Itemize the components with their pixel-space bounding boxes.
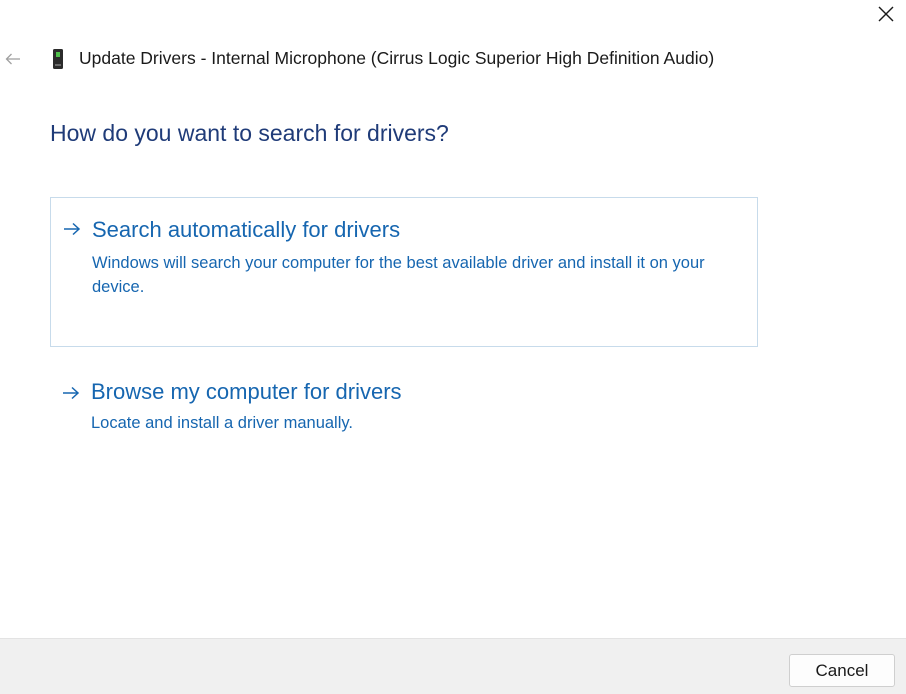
search-automatically-option[interactable]: Search automatically for drivers Windows… (50, 197, 758, 347)
browse-computer-description: Locate and install a driver manually. (91, 414, 354, 432)
back-arrow-icon (5, 53, 20, 65)
arrow-right-icon (64, 222, 81, 236)
search-automatically-title: Search automatically for drivers (92, 217, 401, 242)
dialog-footer: Cancel (0, 638, 906, 694)
browse-computer-option[interactable]: Browse my computer for drivers Locate an… (50, 370, 758, 450)
window-title: Update Drivers - Internal Microphone (Ci… (79, 48, 715, 68)
search-automatically-description: Windows will search your computer for th… (92, 254, 705, 296)
title-bar: Update Drivers - Internal Microphone (Ci… (0, 44, 906, 74)
back-button[interactable] (2, 44, 24, 74)
close-button[interactable] (866, 0, 906, 28)
page-heading: How do you want to search for drivers? (50, 120, 449, 146)
microphone-device-icon (53, 49, 63, 69)
browse-computer-title: Browse my computer for drivers (91, 379, 402, 404)
update-drivers-dialog: Update Drivers - Internal Microphone (Ci… (0, 0, 906, 694)
arrow-right-icon (63, 386, 80, 400)
close-icon (878, 6, 894, 22)
cancel-button[interactable]: Cancel (789, 654, 895, 687)
